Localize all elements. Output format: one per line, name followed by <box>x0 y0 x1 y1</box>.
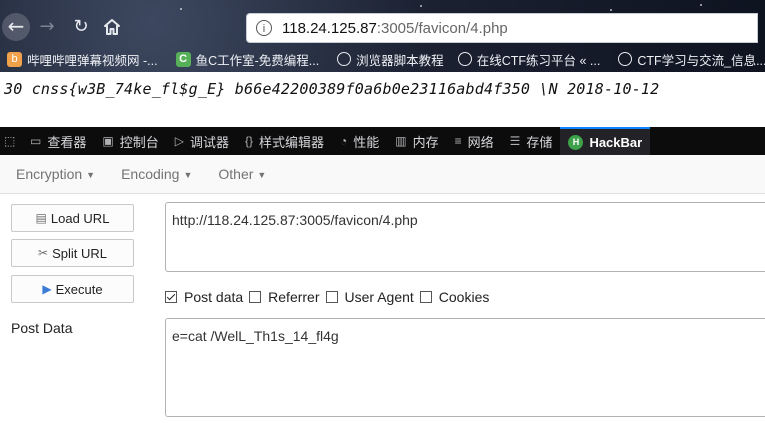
tab-hackbar[interactable]: H HackBar <box>560 127 651 155</box>
background-star <box>180 8 182 10</box>
scissors-icon: ✂ <box>38 246 49 260</box>
tab-label: 网络 <box>467 134 494 150</box>
tab-label: 性能 <box>353 134 380 150</box>
tab-storage[interactable]: ☰ 存储 <box>502 127 561 155</box>
tab-label: 控制台 <box>119 134 159 150</box>
bookmark-label: 在线CTF练习平台 « ... <box>476 53 601 68</box>
tab-network[interactable]: ≡ 网络 <box>447 127 502 155</box>
menu-encoding[interactable]: Encoding ▼ <box>105 166 202 182</box>
forward-button[interactable]: → <box>34 14 60 40</box>
console-icon: ▣ <box>102 134 114 148</box>
bookmark-bilibili[interactable]: b 哔哩哔哩弹幕视频网 -... <box>7 50 158 69</box>
bookmarks-bar: b 哔哩哔哩弹幕视频网 -... C 鱼C工作室-免费编程... 浏览器脚本教程 在… <box>0 46 765 72</box>
tab-label: HackBar <box>589 134 643 150</box>
tab-inspector[interactable]: ▭ 查看器 <box>22 127 94 155</box>
bookmark-label: 鱼C工作室-免费编程... <box>195 53 320 68</box>
button-label: Execute <box>55 281 103 297</box>
bookmark-label: CTF学习与交流_信息... <box>637 53 765 68</box>
cookies-checkbox[interactable] <box>419 291 432 303</box>
referrer-checkbox[interactable] <box>249 291 262 303</box>
hackbar-menu: Encryption ▼ Encoding ▼ Other ▼ <box>0 155 765 194</box>
menu-other[interactable]: Other ▼ <box>202 166 276 182</box>
inspector-icon: ▭ <box>30 134 42 148</box>
play-icon: ▶ <box>42 282 52 296</box>
tab-label: 查看器 <box>47 134 87 150</box>
bookmark-ctf-platform[interactable]: 在线CTF练习平台 « ... <box>457 50 601 69</box>
menu-label: Encoding <box>121 166 180 182</box>
option-label: Post data <box>184 289 244 305</box>
tab-label: 存储 <box>526 134 553 150</box>
button-label: Split URL <box>52 245 107 261</box>
home-button[interactable] <box>99 14 125 40</box>
load-url-button[interactable]: ▤ Load URL <box>11 204 134 232</box>
tab-label: 调试器 <box>189 134 229 150</box>
execute-button[interactable]: ▶ Execute <box>11 275 134 303</box>
reload-button[interactable]: ↻ <box>68 14 94 40</box>
bookmark-script-tutorial[interactable]: 浏览器脚本教程 <box>337 50 444 69</box>
reload-icon: ↻ <box>73 16 89 37</box>
bookmark-label: 哔哩哔哩弹幕视频网 -... <box>27 53 158 68</box>
hackbar-icon: H <box>568 134 584 150</box>
menu-encryption[interactable]: Encryption ▼ <box>0 166 105 182</box>
site-info-icon[interactable]: i <box>256 20 272 36</box>
background-star <box>420 5 422 7</box>
storage-icon: ☰ <box>509 134 521 148</box>
arrow-left-icon: ← <box>7 14 25 38</box>
option-cookies[interactable]: Cookies <box>419 289 490 305</box>
post-data-checkbox[interactable] <box>165 291 177 303</box>
fishc-icon: C <box>175 51 191 67</box>
network-icon: ≡ <box>454 134 462 148</box>
bilibili-icon: b <box>7 51 22 67</box>
page-output-text: 30 cnss{w3B_74ke_fl$g_E} b66e42200389f0a… <box>4 80 660 98</box>
split-url-button[interactable]: ✂ Split URL <box>11 239 134 267</box>
arrow-right-icon: → <box>39 16 55 37</box>
url-path: :3005/favicon/4.php <box>376 19 508 37</box>
option-referrer[interactable]: Referrer <box>249 289 320 305</box>
menu-label: Encryption <box>16 166 83 182</box>
memory-icon: ▥ <box>395 134 407 148</box>
debugger-icon: ▷ <box>174 134 184 148</box>
home-icon <box>104 19 120 35</box>
address-bar[interactable]: i 118.24.125.87:3005/favicon/4.php <box>247 14 757 42</box>
url-textarea[interactable]: http://118.24.125.87:3005/favicon/4.php <box>165 202 765 272</box>
performance-icon: ◔ <box>340 134 348 148</box>
element-picker-icon: ⬚ <box>4 134 16 148</box>
tab-label: 内存 <box>412 134 439 150</box>
option-user-agent[interactable]: User Agent <box>325 289 414 305</box>
back-button[interactable]: ← <box>2 13 30 41</box>
option-label: User Agent <box>344 289 414 305</box>
element-picker-button[interactable]: ⬚ <box>0 127 22 155</box>
style-editor-icon: {} <box>244 134 253 148</box>
url-host: 118.24.125.87 <box>282 19 377 37</box>
bookmark-fishc[interactable]: C 鱼C工作室-免费编程... <box>175 50 320 69</box>
user-agent-checkbox[interactable] <box>325 291 338 303</box>
tab-memory[interactable]: ▥ 内存 <box>387 127 446 155</box>
globe-icon <box>618 52 633 66</box>
menu-label: Other <box>218 166 254 182</box>
globe-icon <box>457 52 472 66</box>
browser-toolbar: ← → ↻ i 118.24.125.87:3005/favicon/4.php… <box>0 0 765 72</box>
background-star <box>700 4 702 6</box>
post-data-textarea[interactable]: e=cat /WelL_Th1s_14_fl4g <box>165 318 765 417</box>
globe-icon <box>337 52 352 66</box>
bookmark-ctf-learning[interactable]: CTF学习与交流_信息... <box>618 50 765 69</box>
option-post-data[interactable]: Post data <box>165 289 243 305</box>
bookmark-label: 浏览器脚本教程 <box>356 53 444 68</box>
option-label: Cookies <box>438 289 490 305</box>
caret-down-icon: ▼ <box>86 170 96 181</box>
caret-down-icon: ▼ <box>183 170 193 181</box>
post-data-label: Post Data <box>11 320 73 336</box>
tab-label: 样式编辑器 <box>258 134 324 150</box>
options-row: Post data Referrer User Agent Cookies <box>165 289 495 305</box>
devtools-toolbar: ⬚ ▭ 查看器 ▣ 控制台 ▷ 调试器 {} 样式编辑器 ◔ 性能 ▥ 内存 ≡ 网络 ☰ 存储… <box>0 127 765 155</box>
caret-down-icon: ▼ <box>257 170 267 181</box>
tab-performance[interactable]: ◔ 性能 <box>332 127 387 155</box>
tab-console[interactable]: ▣ 控制台 <box>94 127 166 155</box>
button-label: Load URL <box>50 210 110 226</box>
tab-style-editor[interactable]: {} 样式编辑器 <box>237 127 332 155</box>
tab-debugger[interactable]: ▷ 调试器 <box>167 127 237 155</box>
background-star <box>610 9 612 11</box>
load-url-icon: ▤ <box>35 211 47 225</box>
option-label: Referrer <box>268 289 320 305</box>
